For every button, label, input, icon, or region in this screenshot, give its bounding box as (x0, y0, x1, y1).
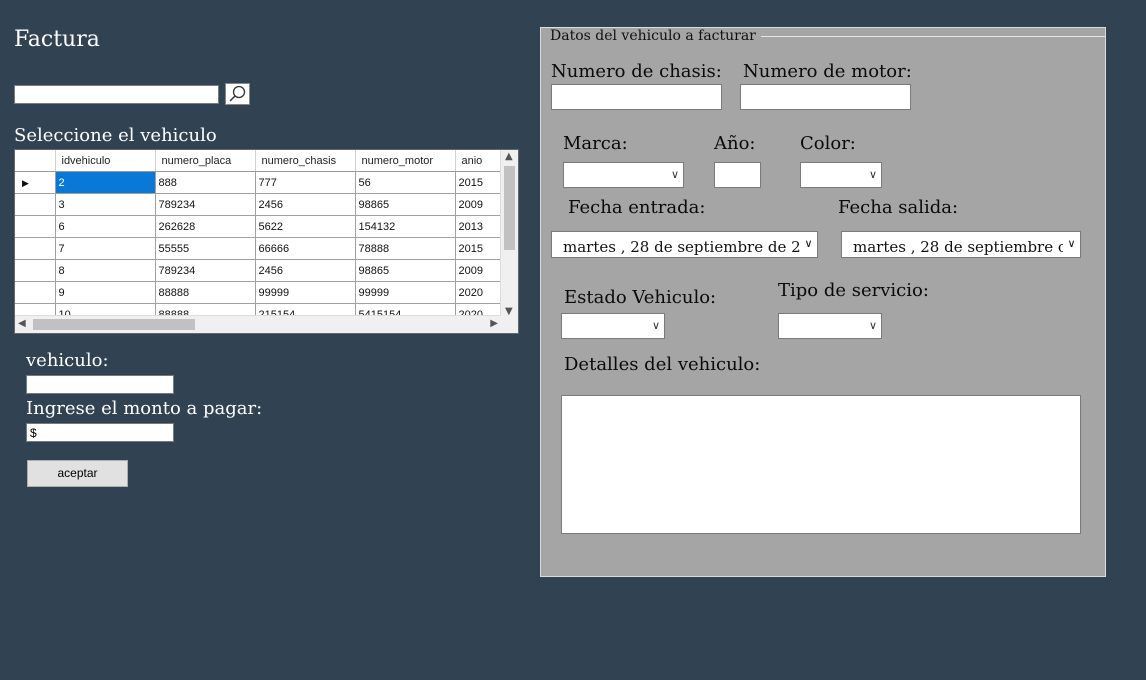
table-cell[interactable]: 154132 (355, 215, 456, 238)
table-row[interactable]: ▶ 2 888 777 56 2015 (15, 171, 516, 194)
estado-label: Estado Vehiculo: (564, 287, 717, 308)
chevron-down-icon: ∨ (868, 167, 877, 181)
column-header[interactable]: idvehiculo (55, 150, 156, 172)
table-cell[interactable]: 66666 (255, 237, 356, 260)
scroll-corner (501, 316, 518, 333)
accept-button[interactable]: aceptar (27, 460, 128, 487)
fecha-salida-label: Fecha salida: (838, 197, 959, 218)
chevron-down-icon: ∨ (670, 167, 679, 181)
current-row-icon: ▶ (22, 177, 29, 188)
row-header[interactable] (15, 193, 56, 216)
color-select[interactable]: ∨ (800, 162, 882, 188)
scroll-right-icon[interactable]: ▶ (490, 318, 498, 329)
table-cell[interactable]: 9 (55, 281, 156, 304)
marca-select[interactable]: ∨ (563, 162, 684, 188)
monto-field[interactable] (26, 423, 174, 442)
chasis-label: Numero de chasis: (551, 61, 722, 82)
vehiculo-label: vehiculo: (26, 350, 109, 371)
group-border-line (761, 36, 1105, 37)
horizontal-scroll-thumb[interactable] (33, 319, 195, 330)
column-header[interactable]: numero_placa (155, 150, 256, 172)
table-cell[interactable]: 88888 (155, 281, 256, 304)
group-legend: Datos del vehiculo a facturar (550, 28, 759, 44)
table-row[interactable]: 8 789234 2456 98865 2009 (15, 259, 516, 282)
vertical-scrollbar[interactable]: ▲ ▼ (500, 150, 518, 318)
table-cell[interactable]: 98865 (355, 259, 456, 282)
marca-label: Marca: (563, 133, 628, 154)
scroll-left-icon[interactable]: ◀ (18, 318, 26, 329)
table-cell[interactable]: 7 (55, 237, 156, 260)
table-cell[interactable]: 55555 (155, 237, 256, 260)
chevron-down-icon[interactable]: ∨ (1063, 232, 1080, 257)
fecha-entrada-label: Fecha entrada: (568, 197, 706, 218)
table-cell[interactable]: 262628 (155, 215, 256, 238)
scroll-up-icon[interactable]: ▲ (505, 151, 513, 162)
select-vehicle-label: Seleccione el vehiculo (14, 125, 217, 146)
table-row[interactable]: 7 55555 66666 78888 2015 (15, 237, 516, 260)
motor-field[interactable] (740, 84, 911, 110)
table-row[interactable]: 3 789234 2456 98865 2009 (15, 193, 516, 216)
table-cell[interactable]: 3 (55, 193, 156, 216)
table-cell[interactable]: 56 (355, 171, 456, 194)
chevron-down-icon: ∨ (651, 318, 660, 332)
vehiculo-field[interactable] (26, 375, 174, 394)
row-header[interactable] (15, 259, 56, 282)
table-cell[interactable]: 78888 (355, 237, 456, 260)
fecha-entrada-value: martes , 28 de septiembre de 2 (563, 238, 801, 256)
detalles-label: Detalles del vehiculo: (564, 354, 761, 375)
table-row[interactable]: 6 262628 5622 154132 2013 (15, 215, 516, 238)
detalles-textarea[interactable] (561, 395, 1081, 534)
tipo-servicio-select[interactable]: ∨ (778, 313, 882, 339)
tipo-servicio-label: Tipo de servicio: (778, 280, 929, 301)
row-header[interactable] (15, 237, 56, 260)
vehicle-grid[interactable]: idvehiculo numero_placa numero_chasis nu… (14, 149, 519, 334)
table-cell[interactable]: 2456 (255, 259, 356, 282)
row-header[interactable]: ▶ (15, 171, 56, 194)
chasis-field[interactable] (551, 84, 722, 110)
monto-label: Ingrese el monto a pagar: (26, 398, 263, 419)
table-cell[interactable]: 789234 (155, 193, 256, 216)
column-header[interactable]: numero_chasis (255, 150, 356, 172)
horizontal-scrollbar[interactable]: ◀ ▶ (15, 315, 501, 333)
vehicle-details-group: Datos del vehiculo a facturar Numero de … (540, 27, 1106, 577)
table-cell[interactable]: 777 (255, 171, 356, 194)
anio-label: Año: (714, 133, 756, 154)
table-cell[interactable]: 5622 (255, 215, 356, 238)
table-cell[interactable]: 888 (155, 171, 256, 194)
estado-select[interactable]: ∨ (561, 313, 665, 339)
table-cell[interactable]: 789234 (155, 259, 256, 282)
vertical-scroll-thumb[interactable] (504, 166, 515, 250)
motor-label: Numero de motor: (743, 61, 912, 82)
fecha-salida-value: martes , 28 de septiembre c (853, 238, 1067, 256)
table-cell[interactable]: 2456 (255, 193, 356, 216)
table-cell[interactable]: 6 (55, 215, 156, 238)
grid-header-row: idvehiculo numero_placa numero_chasis nu… (15, 150, 516, 172)
table-cell[interactable]: 8 (55, 259, 156, 282)
table-cell[interactable]: 99999 (355, 281, 456, 304)
table-cell[interactable]: 2 (55, 171, 156, 194)
search-button[interactable] (225, 83, 250, 105)
table-row[interactable]: 9 88888 99999 99999 2020 (15, 281, 516, 304)
chevron-down-icon[interactable]: ∨ (800, 232, 817, 257)
magnifier-icon (229, 85, 246, 102)
fecha-entrada-picker[interactable]: martes , 28 de septiembre de 2 ∨ (551, 231, 818, 258)
fecha-salida-picker[interactable]: martes , 28 de septiembre c ∨ (841, 231, 1081, 258)
row-header[interactable] (15, 281, 56, 304)
grid-corner-header (15, 150, 56, 172)
table-cell[interactable]: 98865 (355, 193, 456, 216)
chevron-down-icon: ∨ (868, 318, 877, 332)
table-cell[interactable]: 99999 (255, 281, 356, 304)
page-title: Factura (14, 27, 100, 52)
search-input[interactable] (14, 85, 219, 104)
row-header[interactable] (15, 215, 56, 238)
column-header[interactable]: numero_motor (355, 150, 456, 172)
vehicle-table: idvehiculo numero_placa numero_chasis nu… (15, 150, 516, 326)
anio-field[interactable] (714, 162, 761, 188)
color-label: Color: (800, 133, 856, 154)
